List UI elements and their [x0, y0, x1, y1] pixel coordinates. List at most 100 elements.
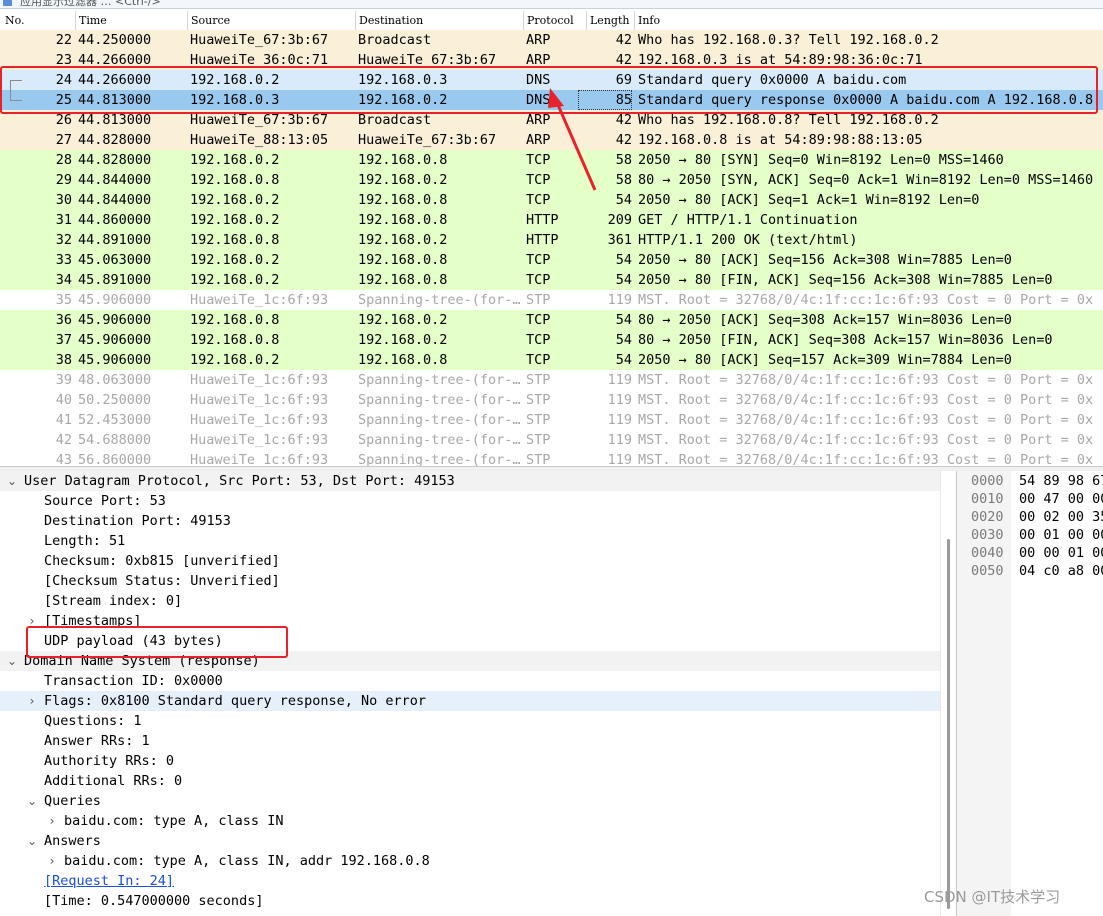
detail-row[interactable]: Checksum: 0xb815 [unverified] — [0, 551, 940, 571]
column-header-info[interactable]: Info — [638, 14, 660, 27]
detail-row[interactable]: Additional RRs: 0 — [0, 771, 940, 791]
chevron-right-icon[interactable]: › — [46, 851, 58, 871]
detail-row[interactable]: [Time: 0.547000000 seconds] — [0, 891, 940, 911]
column-separator[interactable] — [523, 11, 524, 30]
display-filter-input[interactable]: 应用显示过滤器 … <Ctrl-/> — [20, 0, 161, 8]
packet-row[interactable]: 35 45.906000 HuaweiTe_1c:6f:93 Spanning-tre… — [0, 290, 1103, 310]
cell-source: HuaweiTe_88:13:05 — [190, 132, 329, 148]
detail-row[interactable]: › baidu.com: type A, class IN, addr 192.1… — [0, 851, 940, 871]
packet-row[interactable]: 36 45.906000 192.168.0.8 192.168.0.2 TCP 54 80… — [0, 310, 1103, 330]
chevron-down-icon[interactable]: ⌄ — [26, 831, 38, 851]
detail-row[interactable]: [Checksum Status: Unverified] — [0, 571, 940, 591]
column-separator[interactable] — [75, 11, 76, 30]
chevron-down-icon[interactable]: ⌄ — [26, 791, 38, 811]
cell-destination: 192.168.0.2 — [358, 312, 448, 328]
chevron-right-icon[interactable]: › — [46, 811, 58, 831]
scrollbar-thumb[interactable] — [947, 539, 950, 909]
bookmark-icon[interactable] — [3, 0, 12, 6]
packet-row[interactable]: 43 56.860000 HuaweiTe_1c:6f:93 Spanning-tre… — [0, 450, 1103, 466]
column-separator[interactable] — [634, 11, 635, 30]
cell-length: 119 — [607, 292, 632, 308]
column-separator[interactable] — [187, 11, 188, 30]
detail-text: Answers — [44, 833, 101, 849]
hex-bytes[interactable]: 00 02 00 35 — [1019, 508, 1103, 526]
column-header-no[interactable]: No. — [5, 14, 25, 27]
cell-time: 45.063000 — [78, 252, 152, 268]
display-filter-bar[interactable]: 应用显示过滤器 … <Ctrl-/> — [0, 0, 1103, 9]
hex-bytes[interactable]: 00 47 00 00 — [1019, 490, 1103, 508]
annotation-arrow — [548, 88, 597, 191]
cell-time: 44.891000 — [78, 232, 152, 248]
detail-row[interactable]: ⌄ Queries — [0, 791, 940, 811]
cell-no: 33 — [55, 252, 72, 268]
hex-row[interactable]: 0050 04 c0 a8 00 — [957, 562, 1103, 580]
detail-row[interactable]: Authority RRs: 0 — [0, 751, 940, 771]
detail-row[interactable]: Questions: 1 — [0, 711, 940, 731]
packet-details-pane[interactable]: ⌄ User Datagram Protocol, Src Port: 53, D… — [0, 471, 956, 916]
detail-row[interactable]: Length: 51 — [0, 531, 940, 551]
detail-row[interactable]: › baidu.com: type A, class IN — [0, 811, 940, 831]
column-header-protocol[interactable]: Protocol — [527, 14, 574, 27]
column-separator[interactable] — [586, 11, 587, 30]
cell-length: 54 — [615, 332, 632, 348]
column-header-destination[interactable]: Destination — [359, 14, 423, 27]
detail-row[interactable]: [Stream index: 0] — [0, 591, 940, 611]
cell-protocol: TCP — [526, 332, 551, 348]
packet-row[interactable]: 41 52.453000 HuaweiTe_1c:6f:93 Spanning-tre… — [0, 410, 1103, 430]
cell-protocol: TCP — [526, 312, 551, 328]
request-in-link[interactable]: [Request In: 24] — [44, 871, 174, 891]
packet-row[interactable]: 34 45.891000 192.168.0.2 192.168.0.8 TCP 54 20… — [0, 270, 1103, 290]
packet-row[interactable]: 32 44.891000 192.168.0.8 192.168.0.2 HTTP 361… — [0, 230, 1103, 250]
hex-row[interactable]: 0000 54 89 98 67 — [957, 472, 1103, 490]
packet-row[interactable]: 33 45.063000 192.168.0.2 192.168.0.8 TCP 54 20… — [0, 250, 1103, 270]
detail-text: Questions: 1 — [44, 713, 142, 729]
cell-info: 2050 → 80 [ACK] Seq=157 Ack=309 Win=7884… — [638, 352, 1012, 368]
hex-bytes[interactable]: 04 c0 a8 00 — [1019, 562, 1103, 580]
detail-text: User Datagram Protocol, Src Port: 53, Ds… — [24, 473, 455, 489]
packet-row[interactable]: 38 45.906000 192.168.0.2 192.168.0.8 TCP 54 20… — [0, 350, 1103, 370]
detail-row[interactable]: Transaction ID: 0x0000 — [0, 671, 940, 691]
hex-row[interactable]: 0010 00 47 00 00 — [957, 490, 1103, 508]
cell-protocol: STP — [526, 432, 551, 448]
column-header-length[interactable]: Length — [590, 14, 629, 27]
column-header-time[interactable]: Time — [79, 14, 107, 27]
details-scrollbar[interactable] — [940, 471, 957, 916]
hex-row[interactable]: 0020 00 02 00 35 — [957, 508, 1103, 526]
hex-bytes[interactable]: 54 89 98 67 — [1019, 472, 1103, 490]
cell-protocol: STP — [526, 292, 551, 308]
chevron-right-icon[interactable]: › — [26, 691, 38, 711]
detail-text: Length: 51 — [44, 533, 126, 549]
detail-text: [Stream index: 0] — [44, 593, 183, 609]
cell-no: 40 — [55, 392, 72, 408]
cell-source: HuaweiTe_1c:6f:93 — [190, 452, 329, 466]
cell-length: 54 — [615, 272, 632, 288]
hex-row[interactable]: 0040 00 00 01 00 — [957, 544, 1103, 562]
cell-no: 41 — [55, 412, 72, 428]
detail-row[interactable]: Source Port: 53 — [0, 491, 940, 511]
cell-source: HuaweiTe_1c:6f:93 — [190, 412, 329, 428]
packet-bytes-pane[interactable]: 0000 54 89 98 67 0010 00 47 00 00 0020 00 02 … — [956, 471, 1103, 916]
packet-row[interactable]: 42 54.688000 HuaweiTe_1c:6f:93 Spanning-tre… — [0, 430, 1103, 450]
detail-row[interactable]: ⌄ User Datagram Protocol, Src Port: 53, D… — [0, 471, 940, 491]
hex-bytes[interactable]: 00 01 00 00 — [1019, 526, 1103, 544]
detail-row[interactable]: › Flags: 0x8100 Standard query response, … — [0, 691, 940, 711]
chevron-down-icon[interactable]: ⌄ — [6, 651, 18, 671]
cell-source: HuaweiTe_1c:6f:93 — [190, 392, 329, 408]
detail-text: [Checksum Status: Unverified] — [44, 573, 280, 589]
cell-time: 44.844000 — [78, 172, 152, 188]
detail-row[interactable]: Answer RRs: 1 — [0, 731, 940, 751]
hex-row[interactable]: 0030 00 01 00 00 — [957, 526, 1103, 544]
packet-row[interactable]: 22 44.250000 HuaweiTe_67:3b:67 Broadcast ARP… — [0, 30, 1103, 50]
packet-row[interactable]: 31 44.860000 192.168.0.2 192.168.0.8 HTTP 209… — [0, 210, 1103, 230]
detail-row[interactable]: [Request In: 24] — [0, 871, 940, 891]
chevron-down-icon[interactable]: ⌄ — [6, 471, 18, 491]
detail-row[interactable]: ⌄ Answers — [0, 831, 940, 851]
cell-source: 192.168.0.2 — [190, 212, 280, 228]
packet-row[interactable]: 40 50.250000 HuaweiTe_1c:6f:93 Spanning-tre… — [0, 390, 1103, 410]
column-header-source[interactable]: Source — [191, 14, 230, 27]
column-separator[interactable] — [355, 11, 356, 30]
packet-row[interactable]: 37 45.906000 192.168.0.8 192.168.0.2 TCP 54 80… — [0, 330, 1103, 350]
hex-bytes[interactable]: 00 00 01 00 — [1019, 544, 1103, 562]
packet-row[interactable]: 39 48.063000 HuaweiTe_1c:6f:93 Spanning-tre… — [0, 370, 1103, 390]
detail-row[interactable]: Destination Port: 49153 — [0, 511, 940, 531]
